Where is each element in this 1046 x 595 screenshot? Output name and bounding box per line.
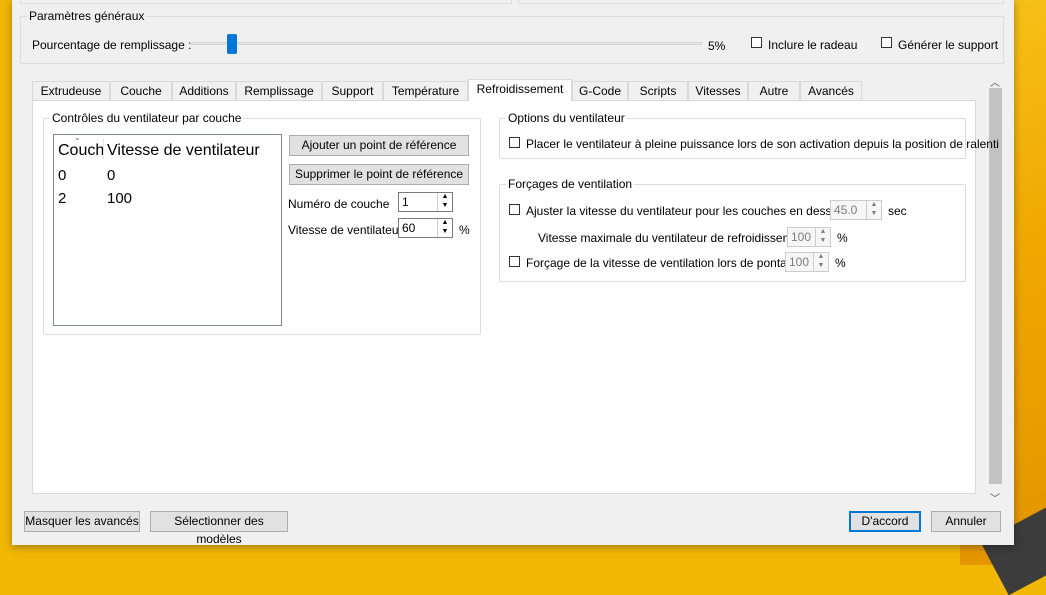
max-speed-label: Vitesse maximale du ventilateur de refro…	[538, 231, 810, 245]
bridge-override-input[interactable]: 100 ▲ ▼	[785, 252, 829, 272]
fan-speed-label: Vitesse de ventilateur	[288, 223, 403, 237]
table-row[interactable]: 0 0	[54, 167, 281, 189]
column-header-speed[interactable]: Vitesse de ventilateur	[107, 142, 260, 160]
generate-support-checkbox[interactable]	[881, 37, 892, 48]
full-power-label: Placer le ventilateur à pleine puissance…	[526, 137, 999, 151]
fill-percentage-label: Pourcentage de remplissage :	[32, 38, 192, 52]
tab-remplissage[interactable]: Remplissage	[236, 81, 322, 100]
hide-advanced-button[interactable]: Masquer les avancés	[24, 511, 140, 532]
fan-options-title: Options du ventilateur	[506, 111, 627, 125]
fan-speed-unit: %	[459, 223, 470, 237]
table-row[interactable]: 2 100	[54, 190, 281, 212]
spin-down-icon[interactable]: ▼	[438, 228, 452, 237]
fill-slider[interactable]	[190, 34, 702, 54]
tab-couche[interactable]: Couche	[110, 81, 172, 100]
tab-vitesses[interactable]: Vitesses	[688, 81, 748, 100]
fan-points-table[interactable]: ⌄ Couch Vitesse de ventilateur 0 0 2 100	[53, 134, 282, 326]
adjust-speed-input[interactable]: 45.0 ▲ ▼	[830, 200, 882, 220]
general-settings-title: Paramètres généraux	[27, 9, 147, 23]
remove-reference-point-button[interactable]: Supprimer le point de référence	[289, 164, 469, 185]
ok-button[interactable]: D'accord	[849, 511, 921, 532]
top-panel-right	[518, 0, 1004, 4]
spin-up-icon[interactable]: ▲	[814, 253, 828, 262]
fill-slider-track	[190, 42, 702, 45]
max-speed-unit: %	[837, 231, 848, 245]
column-header-divider	[103, 139, 104, 159]
tab-scripts[interactable]: Scripts	[628, 81, 688, 100]
spin-down-icon[interactable]: ▼	[814, 262, 828, 271]
full-power-checkbox[interactable]	[509, 137, 520, 148]
fill-slider-thumb[interactable]	[227, 34, 237, 54]
cell-speed: 100	[107, 190, 133, 207]
max-speed-input[interactable]: 100 ▲ ▼	[787, 227, 831, 247]
scroll-up-icon[interactable]: ︿	[990, 74, 1000, 89]
bridge-override-checkbox[interactable]	[509, 256, 520, 267]
bridge-override-label: Forçage de la vitesse de ventilation lor…	[526, 256, 801, 270]
bridge-override-value: 100	[789, 255, 810, 269]
layer-number-value: 1	[402, 195, 409, 209]
layer-number-label: Numéro de couche	[288, 197, 390, 211]
include-raft-checkbox[interactable]	[751, 37, 762, 48]
fan-speed-input[interactable]: 60 ▲ ▼	[398, 218, 453, 238]
cell-layer: 0	[58, 167, 67, 184]
layer-number-input[interactable]: 1 ▲ ▼	[398, 192, 453, 212]
max-speed-value: 100	[791, 230, 812, 244]
adjust-speed-label: Ajuster la vitesse du ventilateur pour l…	[526, 204, 851, 218]
fan-controls-title: Contrôles du ventilateur par couche	[50, 111, 244, 125]
tab-extrudeuse[interactable]: Extrudeuse	[32, 81, 110, 100]
spin-down-icon[interactable]: ▼	[867, 210, 881, 219]
top-panel-left	[20, 0, 512, 4]
column-header-layer[interactable]: Couch	[58, 142, 104, 160]
fan-speed-value: 60	[402, 221, 416, 235]
spin-down-icon[interactable]: ▼	[816, 237, 830, 246]
tab-autre[interactable]: Autre	[748, 81, 800, 100]
tab-avances[interactable]: Avancés	[800, 81, 862, 100]
tab-support[interactable]: Support	[322, 81, 383, 100]
spin-up-icon[interactable]: ▲	[438, 219, 452, 228]
fill-percentage-value: 5%	[708, 39, 726, 53]
spin-up-icon[interactable]: ▲	[867, 201, 881, 210]
bridge-override-unit: %	[835, 256, 846, 270]
tab-additions[interactable]: Additions	[172, 81, 236, 100]
settings-window: Paramètres généraux Pourcentage de rempl…	[12, 0, 1014, 546]
spin-up-icon[interactable]: ▲	[816, 228, 830, 237]
fan-overrides-title: Forçages de ventilation	[506, 177, 635, 191]
select-models-button[interactable]: Sélectionner des modèles	[150, 511, 288, 546]
cell-speed: 0	[107, 167, 116, 184]
cancel-button[interactable]: Annuler	[931, 511, 1001, 532]
cell-layer: 2	[58, 190, 67, 207]
adjust-speed-value: 45.0	[834, 203, 858, 217]
adjust-speed-unit: sec	[888, 204, 907, 218]
tab-temperature[interactable]: Température	[383, 81, 468, 100]
sort-indicator-icon: ⌄	[74, 134, 81, 142]
spin-up-icon[interactable]: ▲	[438, 193, 452, 202]
adjust-speed-checkbox[interactable]	[509, 204, 520, 215]
tab-refroidissement[interactable]: Refroidissement	[468, 79, 572, 101]
include-raft-label: Inclure le radeau	[768, 38, 858, 52]
tab-gcode[interactable]: G-Code	[572, 81, 628, 100]
generate-support-label: Générer le support	[898, 38, 999, 52]
spin-down-icon[interactable]: ▼	[438, 202, 452, 211]
add-reference-point-button[interactable]: Ajouter un point de référence	[289, 135, 469, 156]
scroll-down-icon[interactable]: ﹀	[990, 490, 1000, 505]
